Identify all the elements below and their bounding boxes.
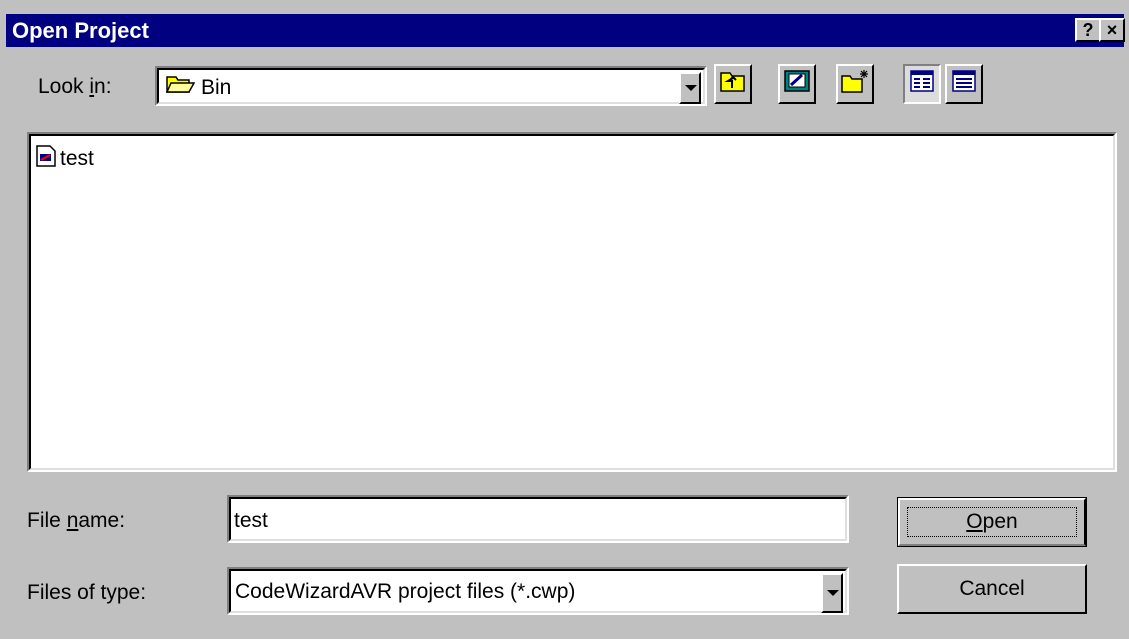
files-of-type-label: Files of type: [27, 581, 147, 604]
files-of-type-dropdown-button[interactable] [821, 573, 843, 613]
look-in-dropdown-button[interactable] [679, 72, 701, 104]
look-in-label: Look in: [38, 75, 112, 98]
list-view-icon [909, 69, 935, 99]
list-view-button[interactable] [903, 64, 941, 104]
details-view-button[interactable] [945, 64, 983, 104]
look-in-dropdown[interactable]: Bin [155, 66, 707, 106]
up-one-level-icon [719, 68, 747, 100]
chevron-down-icon [685, 85, 697, 91]
files-of-type-value: CodeWizardAVR project files (*.cwp) [235, 580, 576, 603]
file-name-value: test [234, 509, 268, 532]
open-project-dialog: Open Project ? × Look in: Bin test File … [0, 0, 1129, 639]
folder-icon [165, 73, 196, 102]
details-view-icon [951, 69, 977, 99]
project-file-icon [35, 144, 57, 174]
desktop-icon [783, 68, 811, 100]
title-bar[interactable]: Open Project ? × [6, 14, 1125, 47]
file-list[interactable]: test [27, 132, 1117, 472]
list-item[interactable]: test [35, 144, 94, 174]
file-name-text: test [60, 147, 94, 170]
close-button[interactable]: × [1099, 18, 1125, 42]
files-of-type-dropdown[interactable]: CodeWizardAVR project files (*.cwp) [227, 567, 849, 615]
file-name-label: File name: [27, 509, 126, 532]
open-button[interactable]: Open [897, 497, 1087, 547]
new-folder-icon [840, 68, 870, 100]
focus-rectangle [907, 507, 1077, 537]
up-one-level-button[interactable] [714, 64, 752, 104]
create-new-folder-button[interactable] [836, 64, 874, 104]
look-in-value: Bin [201, 75, 232, 99]
chevron-down-icon [827, 590, 839, 596]
desktop-button[interactable] [778, 64, 816, 104]
dialog-title: Open Project [12, 18, 149, 43]
cancel-button[interactable]: Cancel [897, 564, 1087, 614]
help-button[interactable]: ? [1075, 18, 1101, 42]
file-name-field[interactable]: test [227, 495, 849, 543]
